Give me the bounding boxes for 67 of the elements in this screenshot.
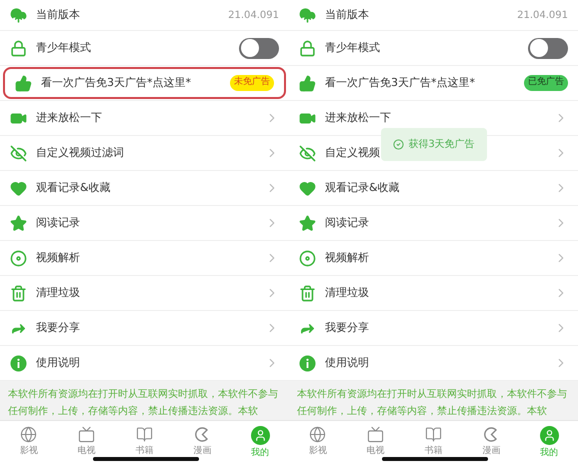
settings-row[interactable]: 看一次广告免3天广告*点这里* 未免广告 bbox=[0, 66, 289, 101]
version-text: 21.04.091 bbox=[517, 8, 568, 22]
trash-icon bbox=[299, 284, 316, 302]
info-icon bbox=[10, 354, 27, 372]
tv-icon bbox=[367, 426, 384, 443]
globe-icon bbox=[309, 426, 326, 443]
row-label: 看一次广告免3天广告*点这里* bbox=[325, 74, 475, 91]
disclaimer-text: 本软件所有资源均在打开时从互联网实时抓取，本软件不参与任何制作，上传，存储等内容，禁止传播违法资源。本软 bbox=[297, 388, 568, 419]
book-icon bbox=[424, 426, 442, 443]
row-label: 当前版本 bbox=[325, 6, 369, 23]
globe-icon bbox=[20, 426, 38, 443]
ad-status-badge: 已免广告 bbox=[524, 75, 568, 91]
version-text: 21.04.091 bbox=[228, 8, 279, 22]
toast: 获得3天免广告 bbox=[381, 128, 487, 161]
star-icon bbox=[10, 214, 27, 232]
lock-icon bbox=[299, 40, 316, 56]
cloud-upload-icon bbox=[299, 6, 316, 24]
user-icon bbox=[250, 426, 270, 445]
tab-item[interactable]: 书籍 bbox=[404, 426, 462, 467]
trash-icon bbox=[10, 284, 27, 302]
cloud-upload-icon bbox=[10, 6, 27, 24]
thumbs-up-icon bbox=[15, 74, 32, 92]
toggle-switch[interactable] bbox=[239, 38, 279, 58]
row-label: 进来放松一下 bbox=[36, 110, 102, 126]
row-label: 青少年模式 bbox=[36, 40, 91, 56]
row-label: 进来放松一下 bbox=[325, 110, 391, 126]
tab-item[interactable]: 漫画 bbox=[173, 426, 232, 467]
row-label: 观看记录&收藏 bbox=[36, 180, 111, 196]
book-icon bbox=[136, 426, 153, 443]
tv-icon bbox=[78, 426, 96, 443]
lock-icon bbox=[10, 40, 27, 56]
row-label: 视频解析 bbox=[36, 250, 80, 266]
user-icon bbox=[540, 426, 559, 445]
row-label: 清理垃圾 bbox=[36, 284, 80, 301]
row-label: 我要分享 bbox=[325, 320, 369, 336]
row-label: 自定义视频过滤词 bbox=[36, 144, 124, 161]
heart-icon bbox=[10, 180, 27, 196]
row-label: 青少年模式 bbox=[325, 40, 380, 56]
tab-item[interactable]: 漫画 bbox=[462, 426, 520, 467]
thumbs-up-icon bbox=[299, 74, 316, 92]
info-icon bbox=[299, 354, 316, 372]
disclaimer-text: 本软件所有资源均在打开时从互联网实时抓取，本软件不参与任何制作，上传，存储等内容，禁止传播违法资源。本软 bbox=[8, 388, 279, 419]
row-label: 阅读记录 bbox=[325, 214, 369, 231]
row-label: 阅读记录 bbox=[36, 214, 80, 231]
row-label: 自定义视频 bbox=[325, 144, 380, 161]
tab-item[interactable]: 电视 bbox=[58, 426, 116, 467]
tab-item[interactable]: 影视 bbox=[289, 426, 347, 467]
row-label: 我要分享 bbox=[36, 320, 80, 336]
star-icon bbox=[299, 214, 316, 232]
disc-icon bbox=[10, 250, 27, 266]
row-label: 清理垃圾 bbox=[325, 284, 369, 301]
row-label: 使用说明 bbox=[36, 354, 80, 371]
row-label: 使用说明 bbox=[325, 354, 369, 371]
eye-slash-icon bbox=[10, 144, 27, 162]
toggle-switch[interactable] bbox=[528, 38, 568, 58]
row-label: 视频解析 bbox=[325, 250, 369, 266]
heart-icon bbox=[299, 180, 316, 196]
disc-icon bbox=[299, 250, 316, 266]
row-label: 当前版本 bbox=[36, 6, 80, 23]
tab-item[interactable]: 书籍 bbox=[116, 426, 174, 467]
tab-item[interactable]: 影视 bbox=[0, 426, 58, 467]
ad-status-badge: 未免广告 bbox=[230, 75, 274, 91]
tab-item[interactable]: 电视 bbox=[346, 426, 405, 467]
row-label: 观看记录&收藏 bbox=[325, 180, 400, 196]
eye-slash-icon bbox=[299, 144, 316, 162]
row-label: 看一次广告免3天广告*点这里* bbox=[41, 74, 191, 91]
check-circle-icon bbox=[393, 139, 404, 150]
